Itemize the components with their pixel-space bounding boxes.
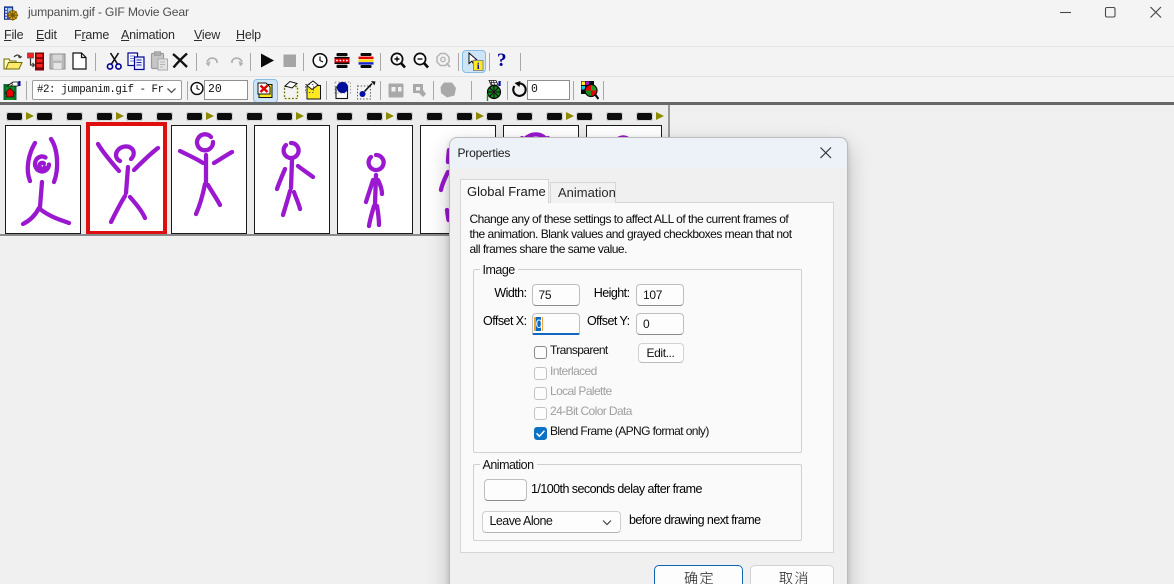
svg-text:i: i (477, 62, 480, 72)
